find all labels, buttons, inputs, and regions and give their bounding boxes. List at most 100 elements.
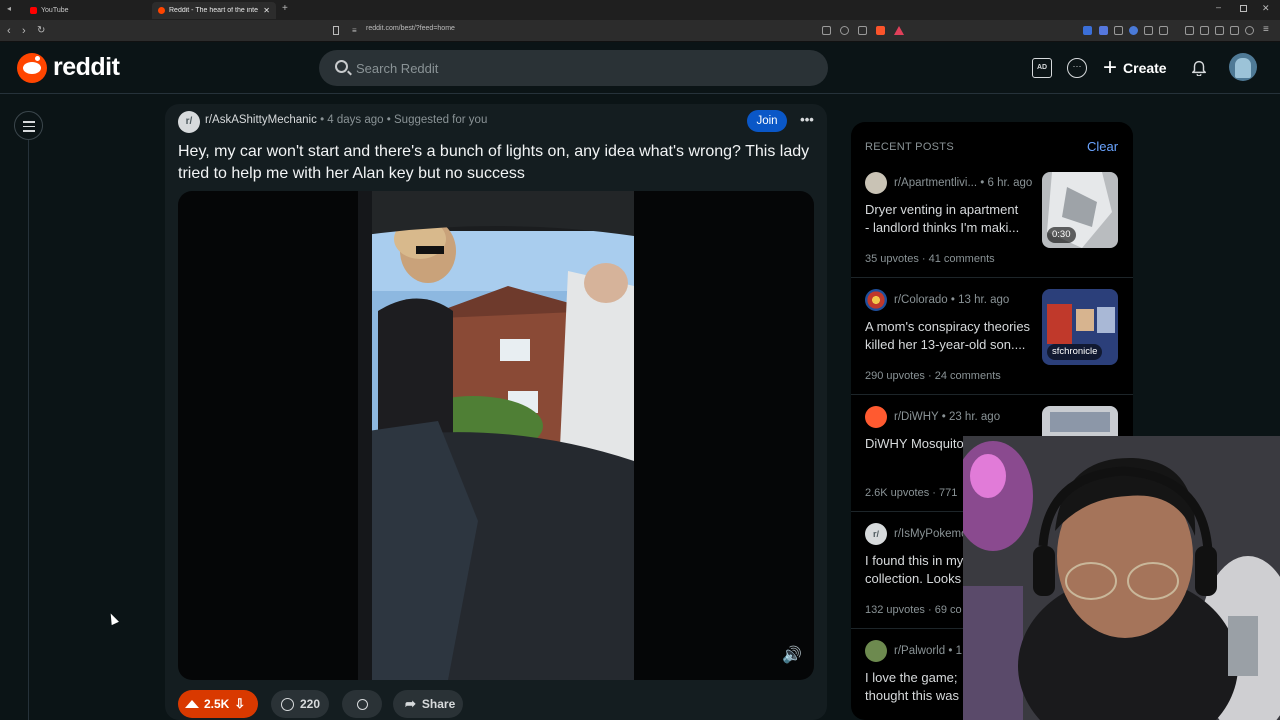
extension-icon[interactable] (1159, 26, 1168, 35)
post-time: 4 days ago (327, 114, 384, 126)
title-line: Dryer venting in apartment (865, 202, 1019, 217)
recent-post-title[interactable]: A mom's conspiracy theories killed her 1… (865, 318, 1037, 354)
share-label: Share (421, 697, 456, 711)
tab-youtube[interactable]: YouTube (24, 2, 148, 19)
link-domain-badge: sfchronicle (1047, 344, 1103, 360)
award-icon (356, 698, 368, 710)
new-tab-icon[interactable]: + (282, 3, 288, 14)
title-line: - landlord thinks I'm maki... (865, 220, 1020, 235)
post-meta: r/AskAShittyMechanic • 4 days ago • Sugg… (205, 114, 487, 126)
screen-icon[interactable] (822, 26, 831, 35)
rewards-icon[interactable] (894, 26, 904, 35)
recent-post-stats: 35 upvotes · 41 comments (865, 253, 995, 265)
tab-reddit[interactable]: Reddit - The heart of the inte ✕ (152, 2, 276, 19)
subreddit-avatar[interactable] (865, 289, 887, 311)
recent-post-time: 13 hr. ago (958, 294, 1010, 306)
title-line: killed her 13-year-old son.... (865, 337, 1026, 352)
subreddit-link[interactable]: r/AskAShittyMechanic (205, 114, 317, 126)
subreddit-avatar[interactable]: r/ (865, 523, 887, 545)
share-button[interactable]: ➦ Share (393, 690, 463, 718)
recent-post-title[interactable]: Dryer venting in apartment - landlord th… (865, 201, 1037, 237)
recent-post-upvotes: 132 upvotes (865, 604, 925, 616)
plus-icon: + (1103, 54, 1118, 81)
bookmark-icon[interactable] (333, 26, 339, 35)
comment-icon (281, 697, 294, 711)
back-icon[interactable]: ‹ (7, 24, 11, 38)
recent-post-subreddit[interactable]: r/Palworld (894, 645, 945, 657)
recent-post-subreddit[interactable]: r/IsMyPokemo (894, 528, 968, 540)
advertise-icon[interactable]: AD (1032, 58, 1052, 78)
extension-icon[interactable] (1114, 26, 1123, 35)
recent-post-comments: 41 comments (928, 253, 995, 265)
downvote-icon[interactable]: ⇩ (234, 696, 245, 712)
browser-tab-bar: ◂ YouTube Reddit - The heart of the inte… (0, 0, 1280, 20)
upvote-count: 2.5K (204, 697, 230, 711)
recent-post-time: 1 (955, 645, 962, 657)
recent-post-meta: r/IsMyPokemo (894, 528, 968, 540)
vote-buttons[interactable]: 2.5K ⇩ (178, 690, 258, 718)
clear-recent-button[interactable]: Clear (1087, 139, 1118, 154)
search-icon (335, 60, 348, 73)
mouse-cursor-icon (107, 611, 119, 626)
url-text[interactable]: reddit.com/best/?feed=home (366, 25, 455, 32)
recent-post-stats: 290 upvotes · 24 comments (865, 370, 1001, 382)
user-avatar[interactable] (1229, 53, 1257, 81)
reload-icon[interactable]: ↻ (37, 24, 45, 38)
brave-shield-icon[interactable] (876, 26, 885, 35)
comments-button[interactable]: 220 (271, 690, 329, 718)
subreddit-icon[interactable]: r/ (178, 111, 200, 133)
create-post-button[interactable]: + Create (1103, 54, 1167, 82)
minimize-icon[interactable]: – (1216, 2, 1221, 12)
reddit-logo-icon[interactable] (17, 53, 47, 83)
wallet-icon[interactable] (1215, 26, 1224, 35)
webcam-overlay (963, 436, 1280, 720)
youtube-favicon-icon (30, 7, 37, 14)
close-tab-icon[interactable]: ✕ (263, 6, 270, 15)
upvote-icon[interactable] (185, 700, 199, 708)
tab-list-icon[interactable]: ◂ (7, 4, 11, 13)
music-icon[interactable] (1185, 26, 1194, 35)
reddit-favicon-icon (158, 7, 165, 14)
share-page-icon[interactable] (858, 26, 867, 35)
suggestion-label: Suggested for you (394, 114, 488, 126)
more-options-icon[interactable]: ••• (797, 110, 817, 132)
extension-icon[interactable] (1144, 26, 1153, 35)
sidebar-toggle-icon[interactable] (1200, 26, 1209, 35)
zoom-icon[interactable] (840, 26, 849, 35)
sidebar-menu-button[interactable] (14, 111, 43, 140)
post-title[interactable]: Hey, my car won't start and there's a bu… (178, 141, 818, 185)
volume-icon[interactable]: 🔊 (781, 646, 803, 666)
extension-icon[interactable] (1230, 26, 1239, 35)
create-label: Create (1123, 60, 1167, 76)
subreddit-avatar[interactable] (865, 640, 887, 662)
reddit-wordmark[interactable]: reddit (53, 53, 120, 82)
site-info-icon[interactable]: ≡ (352, 26, 357, 35)
close-window-icon[interactable]: ✕ (1262, 3, 1270, 14)
recent-posts-heading: RECENT POSTS (865, 141, 954, 153)
recent-post-subreddit[interactable]: r/Colorado (894, 294, 948, 306)
award-button[interactable] (342, 690, 382, 718)
extension-icon[interactable] (1083, 26, 1092, 35)
recent-post-subreddit[interactable]: r/DiWHY (894, 411, 939, 423)
subreddit-avatar[interactable] (865, 172, 887, 194)
recent-post-stats: 2.6K upvotes · 771 (865, 487, 958, 499)
menu-icon-bar (23, 121, 35, 123)
search-input[interactable] (356, 59, 806, 77)
vpn-icon[interactable] (1245, 26, 1254, 35)
subreddit-avatar[interactable] (865, 406, 887, 428)
divider (851, 394, 1133, 395)
recent-post-comments: 771 (939, 487, 958, 499)
notifications-bell-icon[interactable] (1190, 58, 1208, 76)
recent-post-upvotes: 35 upvotes (865, 253, 919, 265)
recent-post-time: 6 hr. ago (987, 177, 1033, 189)
maximize-icon[interactable] (1240, 5, 1247, 12)
browser-menu-icon[interactable]: ≡ (1263, 24, 1269, 35)
recent-post-meta: r/DiWHY • 23 hr. ago (894, 411, 1001, 423)
extension-icon[interactable] (1099, 26, 1108, 35)
chat-icon[interactable]: ··· (1067, 58, 1087, 78)
extension-icon[interactable] (1129, 26, 1138, 35)
meta-separator: • (386, 114, 394, 126)
forward-icon[interactable]: › (22, 24, 26, 38)
recent-post-subreddit[interactable]: r/Apartmentlivi... (894, 177, 977, 189)
join-button[interactable]: Join (747, 110, 787, 132)
